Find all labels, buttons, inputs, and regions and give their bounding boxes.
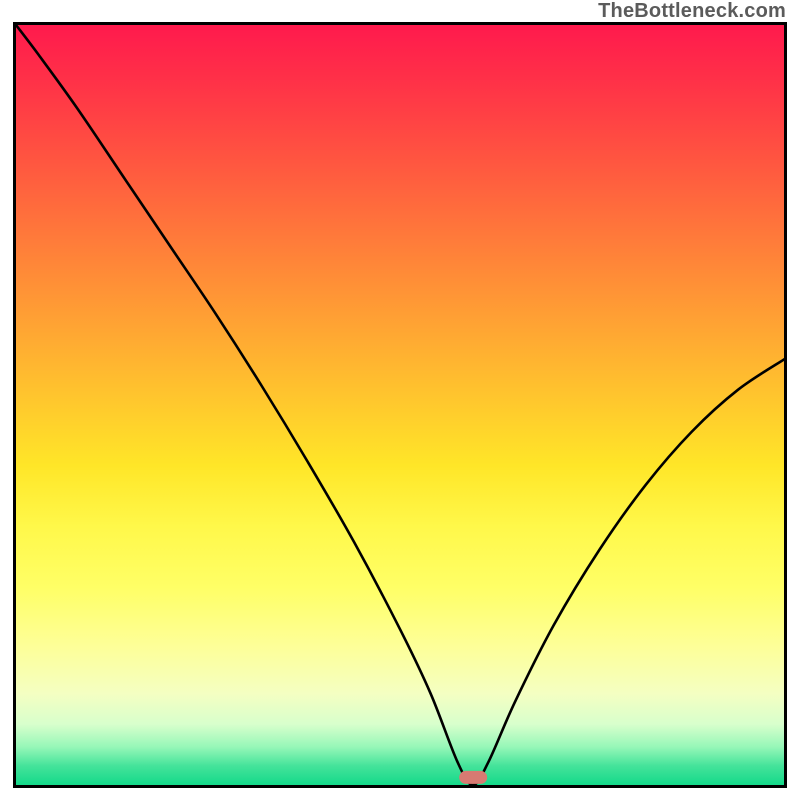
bottleneck-chart: TheBottleneck.com — [0, 0, 800, 800]
plot-area — [13, 22, 787, 788]
bottleneck-curve — [16, 25, 784, 785]
optimal-point-marker — [459, 771, 487, 783]
curve-svg — [16, 25, 784, 785]
watermark-label: TheBottleneck.com — [598, 0, 786, 23]
